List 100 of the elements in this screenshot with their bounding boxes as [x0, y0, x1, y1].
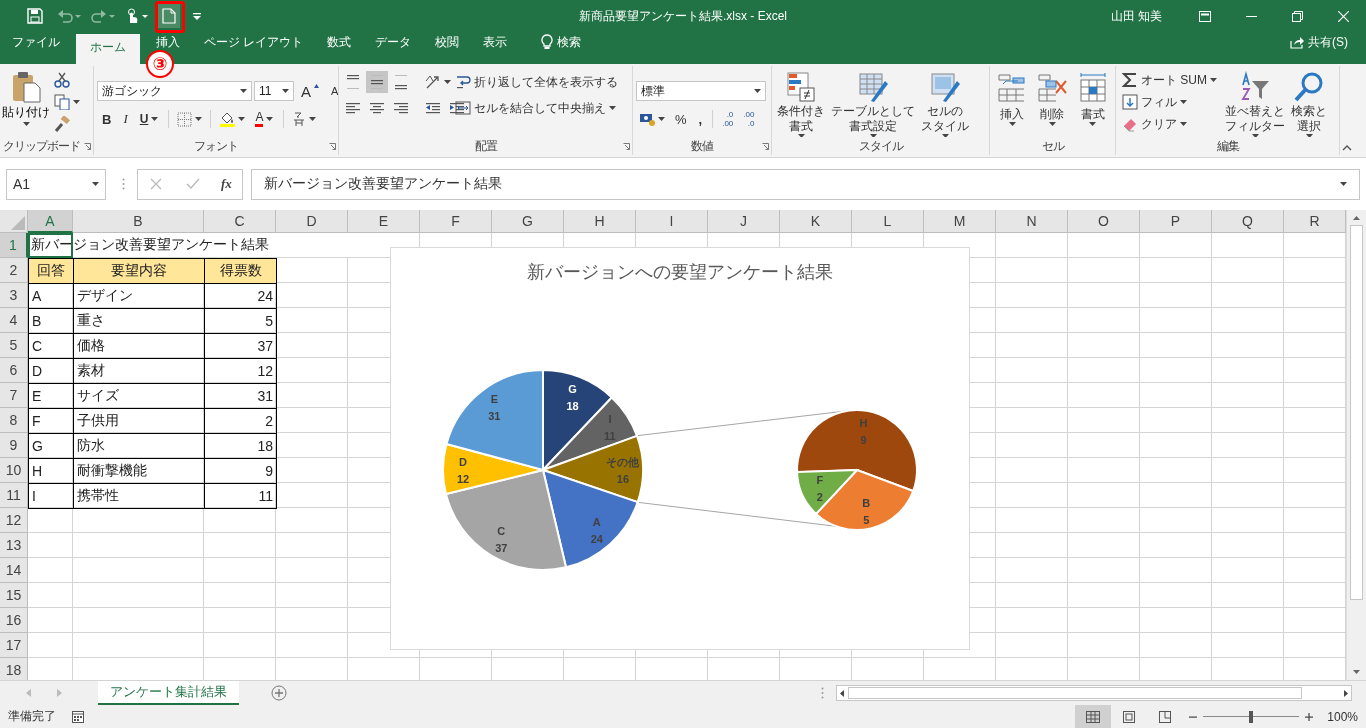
name-box[interactable]: A1 [6, 168, 106, 200]
ribbon-button[interactable]: テーブルとして 書式設定 [829, 69, 917, 137]
window-title: 新商品要望アンケート結果.xlsx - Excel [579, 7, 787, 25]
percent-style-button[interactable]: % [670, 108, 692, 130]
ribbon-tab[interactable]: ファイル [0, 32, 72, 52]
column-header[interactable]: I [636, 210, 708, 233]
row-header[interactable]: 6 [0, 358, 28, 383]
row-header[interactable]: 18 [0, 658, 28, 680]
ribbon-button[interactable]: セルの スタイル [919, 69, 971, 137]
ribbon-tab[interactable]: データ [363, 32, 424, 52]
row-header[interactable]: 4 [0, 308, 28, 333]
new-document-button[interactable] [158, 4, 180, 28]
user-name[interactable]: 山田 知美 [1110, 7, 1162, 25]
find-select-button[interactable]: 検索と 選択 [1289, 69, 1329, 137]
row-header[interactable]: 15 [0, 583, 28, 608]
sheet-tab[interactable]: アンケート集計結果 [98, 681, 239, 705]
ribbon-button[interactable]: 挿入 [993, 69, 1032, 128]
column-header[interactable]: A [28, 210, 73, 233]
column-header[interactable]: D [276, 210, 348, 233]
column-header[interactable]: E [348, 210, 420, 233]
font-color-button[interactable]: A [250, 108, 279, 130]
font-size-dropdown[interactable]: 11 [254, 81, 294, 101]
column-header[interactable]: G [492, 210, 564, 233]
wrap-text-button[interactable]: 折り返して全体を表示する [452, 69, 630, 95]
middle-align-button[interactable] [366, 71, 388, 93]
zoom-slider[interactable] [1203, 710, 1300, 723]
sort-filter-button[interactable]: 並べ替えと フィルター [1223, 69, 1287, 137]
search-icon [1293, 71, 1325, 103]
row-header[interactable]: 3 [0, 283, 28, 308]
italic-button[interactable]: I [118, 108, 133, 130]
ribbon-tab[interactable]: 表示 [471, 32, 520, 52]
tell-me-search[interactable]: 検索 [529, 32, 594, 52]
increase-decimal-button[interactable]: .0 .00 [718, 110, 738, 128]
row-header[interactable]: 12 [0, 508, 28, 533]
ribbon-button[interactable]: 削除 [1033, 69, 1072, 128]
zoom-in-icon[interactable] [1305, 712, 1314, 721]
normal-view-button[interactable] [1075, 705, 1112, 728]
row-header[interactable]: 1 [0, 233, 28, 258]
underline-button[interactable]: U [134, 108, 164, 130]
row-header[interactable]: 7 [0, 383, 28, 408]
scrollbar-thumb[interactable] [1350, 225, 1363, 600]
comma-style-button[interactable]: , [693, 108, 708, 130]
row-header[interactable]: 10 [0, 458, 28, 483]
insert-function-button[interactable]: fx [216, 176, 236, 192]
merge-center-button[interactable]: セルを結合して中央揃え [452, 95, 630, 121]
row-header[interactable]: 2 [0, 258, 28, 283]
row-header[interactable]: 11 [0, 483, 28, 508]
dialog-launcher-icon[interactable] [762, 143, 769, 150]
dialog-launcher-icon[interactable] [329, 143, 336, 150]
ribbon-button[interactable]: 条件付き 書式 [775, 69, 827, 137]
row-header[interactable]: 14 [0, 558, 28, 583]
dialog-launcher-icon[interactable] [84, 143, 91, 150]
copy-button[interactable] [51, 91, 83, 113]
bottom-align-icon [393, 74, 409, 90]
number-format-dropdown[interactable]: 標準 [636, 81, 766, 101]
ribbon-tab[interactable]: ページ レイアウト [192, 32, 316, 52]
vertical-scrollbar[interactable] [1346, 210, 1366, 680]
horizontal-scrollbar[interactable] [836, 685, 1352, 701]
font-name-dropdown[interactable]: 游ゴシック [97, 81, 252, 101]
ribbon-tab[interactable]: 校閲 [423, 32, 472, 52]
formula-input[interactable]: 新バージョン改善要望アンケート結果 [251, 168, 1360, 200]
ribbon-tab[interactable]: 挿入 [144, 32, 192, 52]
decrease-font-size-button[interactable]: A [326, 80, 338, 102]
column-header[interactable]: K [780, 210, 852, 233]
column-header[interactable]: C [204, 210, 276, 233]
ribbon-tab[interactable]: ホーム [76, 34, 140, 64]
paste-button[interactable]: 貼り付け [3, 69, 49, 128]
close-icon [1337, 10, 1349, 22]
column-header[interactable]: L [852, 210, 924, 233]
column-header[interactable]: R [1284, 210, 1346, 233]
ribbon-tab[interactable]: 数式 [315, 32, 364, 52]
column-header[interactable]: B [73, 210, 204, 233]
row-header[interactable]: 5 [0, 333, 28, 358]
add-sheet-icon[interactable] [271, 685, 287, 701]
increase-font-size-button[interactable]: A [296, 80, 324, 102]
zoom-level[interactable]: 100% [1327, 709, 1358, 724]
scrollbar-thumb[interactable] [848, 687, 1302, 699]
column-header[interactable]: H [564, 210, 636, 233]
row-header[interactable]: 8 [0, 408, 28, 433]
column-header[interactable]: N [996, 210, 1068, 233]
autosum-button[interactable]: オート SUM [1119, 69, 1219, 91]
fill-button[interactable]: フィル [1119, 91, 1219, 113]
column-header[interactable]: F [420, 210, 492, 233]
slider-thumb[interactable] [1249, 710, 1254, 723]
row-header[interactable]: 9 [0, 433, 28, 458]
column-header[interactable]: M [924, 210, 996, 233]
row-header[interactable]: 17 [0, 633, 28, 658]
ribbon-button[interactable]: 書式 [1073, 69, 1112, 128]
dialog-launcher-icon[interactable] [623, 143, 630, 150]
row-header[interactable]: 16 [0, 608, 28, 633]
decrease-decimal-button[interactable]: .00 .0 [739, 110, 759, 128]
share-button[interactable]: 共有(S) [1278, 32, 1360, 52]
column-header[interactable]: Q [1212, 210, 1284, 233]
row-header[interactable]: 13 [0, 533, 28, 558]
column-header[interactable]: J [708, 210, 780, 233]
column-header[interactable]: O [1068, 210, 1140, 233]
collapse-ribbon-icon[interactable] [1342, 145, 1352, 151]
column-header[interactable]: P [1140, 210, 1212, 233]
bold-button[interactable]: B [97, 108, 117, 130]
clear-button[interactable]: クリア [1119, 113, 1219, 135]
